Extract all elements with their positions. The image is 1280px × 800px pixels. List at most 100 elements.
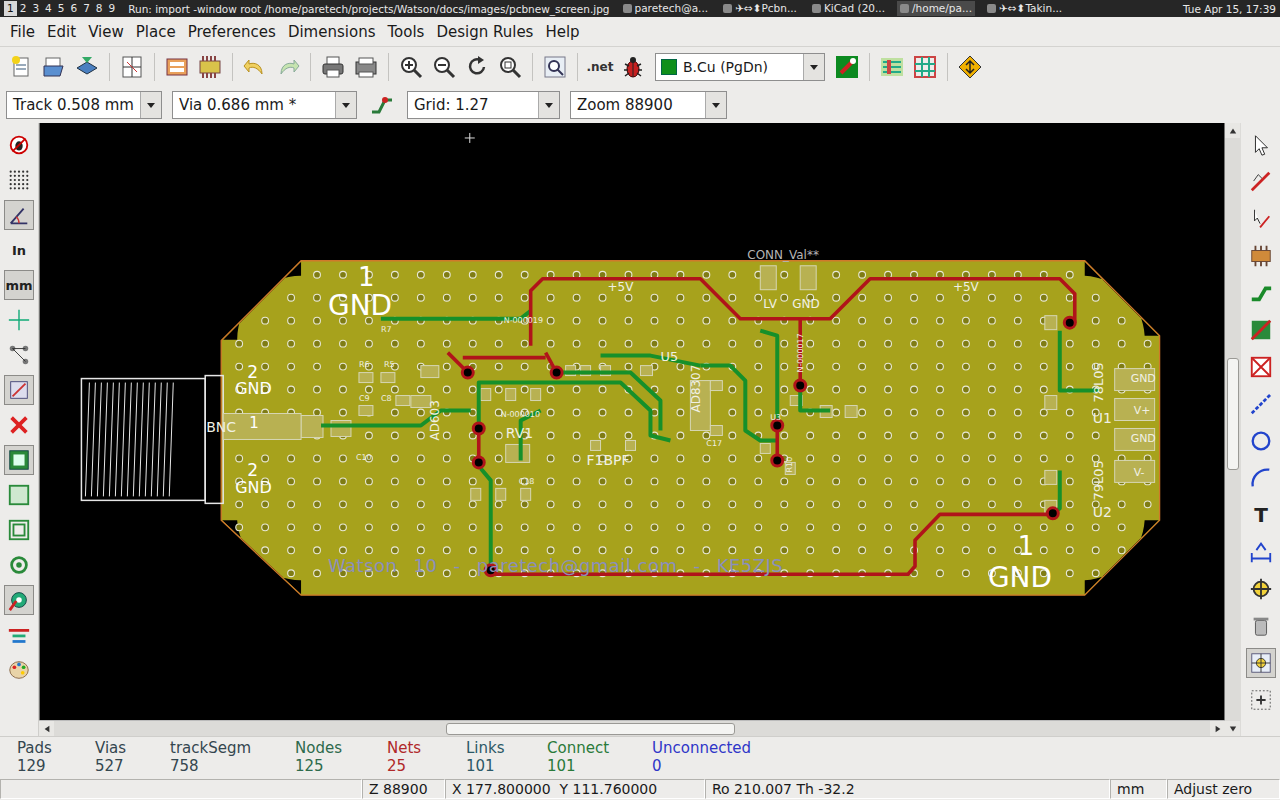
smd-pad[interactable] <box>640 366 652 376</box>
smd-pad[interactable] <box>521 488 531 500</box>
freeroute-icon[interactable] <box>957 54 983 80</box>
smd-pad[interactable] <box>1045 396 1057 410</box>
bottom-track[interactable] <box>700 366 777 441</box>
bottom-track[interactable] <box>760 331 777 426</box>
right-toolbar-button[interactable] <box>1246 463 1276 493</box>
toolbar-button[interactable] <box>462 52 492 82</box>
right-toolbar-button[interactable] <box>1246 389 1276 419</box>
signal-via[interactable] <box>772 455 783 466</box>
module-ratsnest-icon[interactable] <box>7 378 31 402</box>
right-toolbar-button[interactable] <box>1246 574 1276 604</box>
left-toolbar-button[interactable]: mm <box>4 270 34 300</box>
task-button[interactable]: KiCad (20... <box>809 1 888 16</box>
layer-select[interactable]: B.Cu (PgDn) <box>655 53 825 81</box>
signal-via[interactable] <box>462 367 473 378</box>
zoom-out-icon[interactable] <box>431 54 457 80</box>
left-toolbar-button[interactable] <box>4 620 34 650</box>
top-track[interactable] <box>463 356 546 360</box>
find-icon[interactable] <box>542 54 568 80</box>
scroll-thumb[interactable] <box>1227 358 1239 470</box>
read-netlist-icon[interactable] <box>164 54 190 80</box>
smd-pad[interactable] <box>626 440 636 450</box>
right-toolbar-button[interactable] <box>1246 426 1276 456</box>
left-toolbar-button[interactable] <box>4 165 34 195</box>
ratsnest-icon[interactable] <box>7 343 31 367</box>
open-board-icon[interactable] <box>41 54 67 80</box>
right-toolbar-button[interactable] <box>1246 204 1276 234</box>
task-button[interactable]: /home/pa... <box>897 1 975 16</box>
toolbar-button[interactable] <box>318 52 348 82</box>
right-toolbar-button[interactable] <box>1246 278 1276 308</box>
smd-pad[interactable] <box>359 373 373 383</box>
menu-item[interactable]: Help <box>539 21 585 43</box>
draw-line-icon[interactable] <box>1249 392 1273 416</box>
menu-item[interactable]: View <box>82 21 130 43</box>
left-toolbar-button[interactable] <box>4 200 34 230</box>
left-toolbar-button[interactable] <box>4 515 34 545</box>
via-size-select[interactable]: Via 0.686 mm * <box>172 91 357 119</box>
toolbar-button[interactable] <box>955 52 985 82</box>
polar-coords-icon[interactable] <box>7 203 31 227</box>
smd-pad[interactable] <box>421 366 439 378</box>
toolbar-button[interactable] <box>162 52 192 82</box>
smd-pad[interactable] <box>1045 470 1057 484</box>
left-toolbar-button[interactable] <box>4 445 34 475</box>
track-width-select[interactable]: Track 0.508 mm <box>6 91 162 119</box>
route-track-icon[interactable] <box>1249 281 1273 305</box>
workspace-button[interactable]: 4 <box>42 1 55 16</box>
left-toolbar-button[interactable] <box>4 410 34 440</box>
left-toolbar-button[interactable] <box>4 340 34 370</box>
menu-item[interactable]: Preferences <box>182 21 282 43</box>
toolbar-button[interactable] <box>618 52 648 82</box>
toolbar-button[interactable] <box>72 52 102 82</box>
toolbar-button[interactable] <box>429 52 459 82</box>
zoom-fit-icon[interactable] <box>497 54 523 80</box>
workspace-button[interactable]: 1 <box>4 1 17 16</box>
select-arrow-icon[interactable] <box>1249 133 1273 157</box>
draw-circle-icon[interactable] <box>1249 429 1273 453</box>
smd-pad[interactable] <box>1115 399 1155 421</box>
plot-icon[interactable] <box>353 54 379 80</box>
dropdown-button[interactable] <box>803 54 824 80</box>
menu-item[interactable]: Tools <box>381 21 430 43</box>
bottom-track[interactable] <box>481 468 491 566</box>
toolbar-button[interactable] <box>117 52 147 82</box>
netlist-button[interactable]: .net <box>585 52 615 82</box>
toolbar-button[interactable] <box>367 90 397 120</box>
menu-item[interactable]: Design Rules <box>430 21 539 43</box>
horizontal-scrollbar[interactable] <box>39 720 1225 736</box>
autoroute-icon[interactable] <box>879 54 905 80</box>
scroll-down-button[interactable] <box>1225 721 1240 736</box>
workspace-button[interactable]: 3 <box>29 1 42 16</box>
zone-unfilled-icon[interactable] <box>7 483 31 507</box>
undo-icon[interactable] <box>242 54 268 80</box>
grid-select[interactable]: Grid: 1.27 <box>407 91 560 119</box>
zone-outline-icon[interactable] <box>7 518 31 542</box>
scroll-thumb[interactable] <box>446 723 735 735</box>
toolbar-button[interactable] <box>6 52 36 82</box>
pad-sketch-icon[interactable] <box>7 553 31 577</box>
local-ratsnest-icon[interactable] <box>1249 207 1273 231</box>
toolbar-button[interactable] <box>495 52 525 82</box>
smd-pad[interactable] <box>1115 460 1155 482</box>
smd-pad[interactable] <box>471 488 481 500</box>
dimension-icon[interactable] <box>1249 540 1273 564</box>
workspace-button[interactable]: 2 <box>17 1 30 16</box>
layer-pair-icon[interactable] <box>834 54 860 80</box>
task-button[interactable]: paretech@a... <box>620 1 712 16</box>
left-toolbar-button[interactable] <box>4 375 34 405</box>
pcb-canvas[interactable]: 1GND2GNDBNC12GNDCONN_Val**LVGND+5V+5VN-0… <box>39 123 1225 720</box>
cursor-shape-icon[interactable] <box>7 308 31 332</box>
signal-via[interactable] <box>772 420 783 431</box>
workspace-button[interactable]: 8 <box>93 1 106 16</box>
redraw-icon[interactable] <box>464 54 490 80</box>
workspace-button[interactable]: 9 <box>106 1 119 16</box>
place-anchor-icon[interactable] <box>1249 688 1273 712</box>
smd-pad[interactable] <box>710 425 722 435</box>
right-toolbar-button[interactable] <box>1246 315 1276 345</box>
toolbar-button[interactable] <box>877 52 907 82</box>
dropdown-button[interactable] <box>140 92 161 118</box>
delete-icon[interactable] <box>1249 614 1273 638</box>
inch-units-button[interactable]: In <box>12 243 26 258</box>
grid-icon[interactable] <box>7 168 31 192</box>
